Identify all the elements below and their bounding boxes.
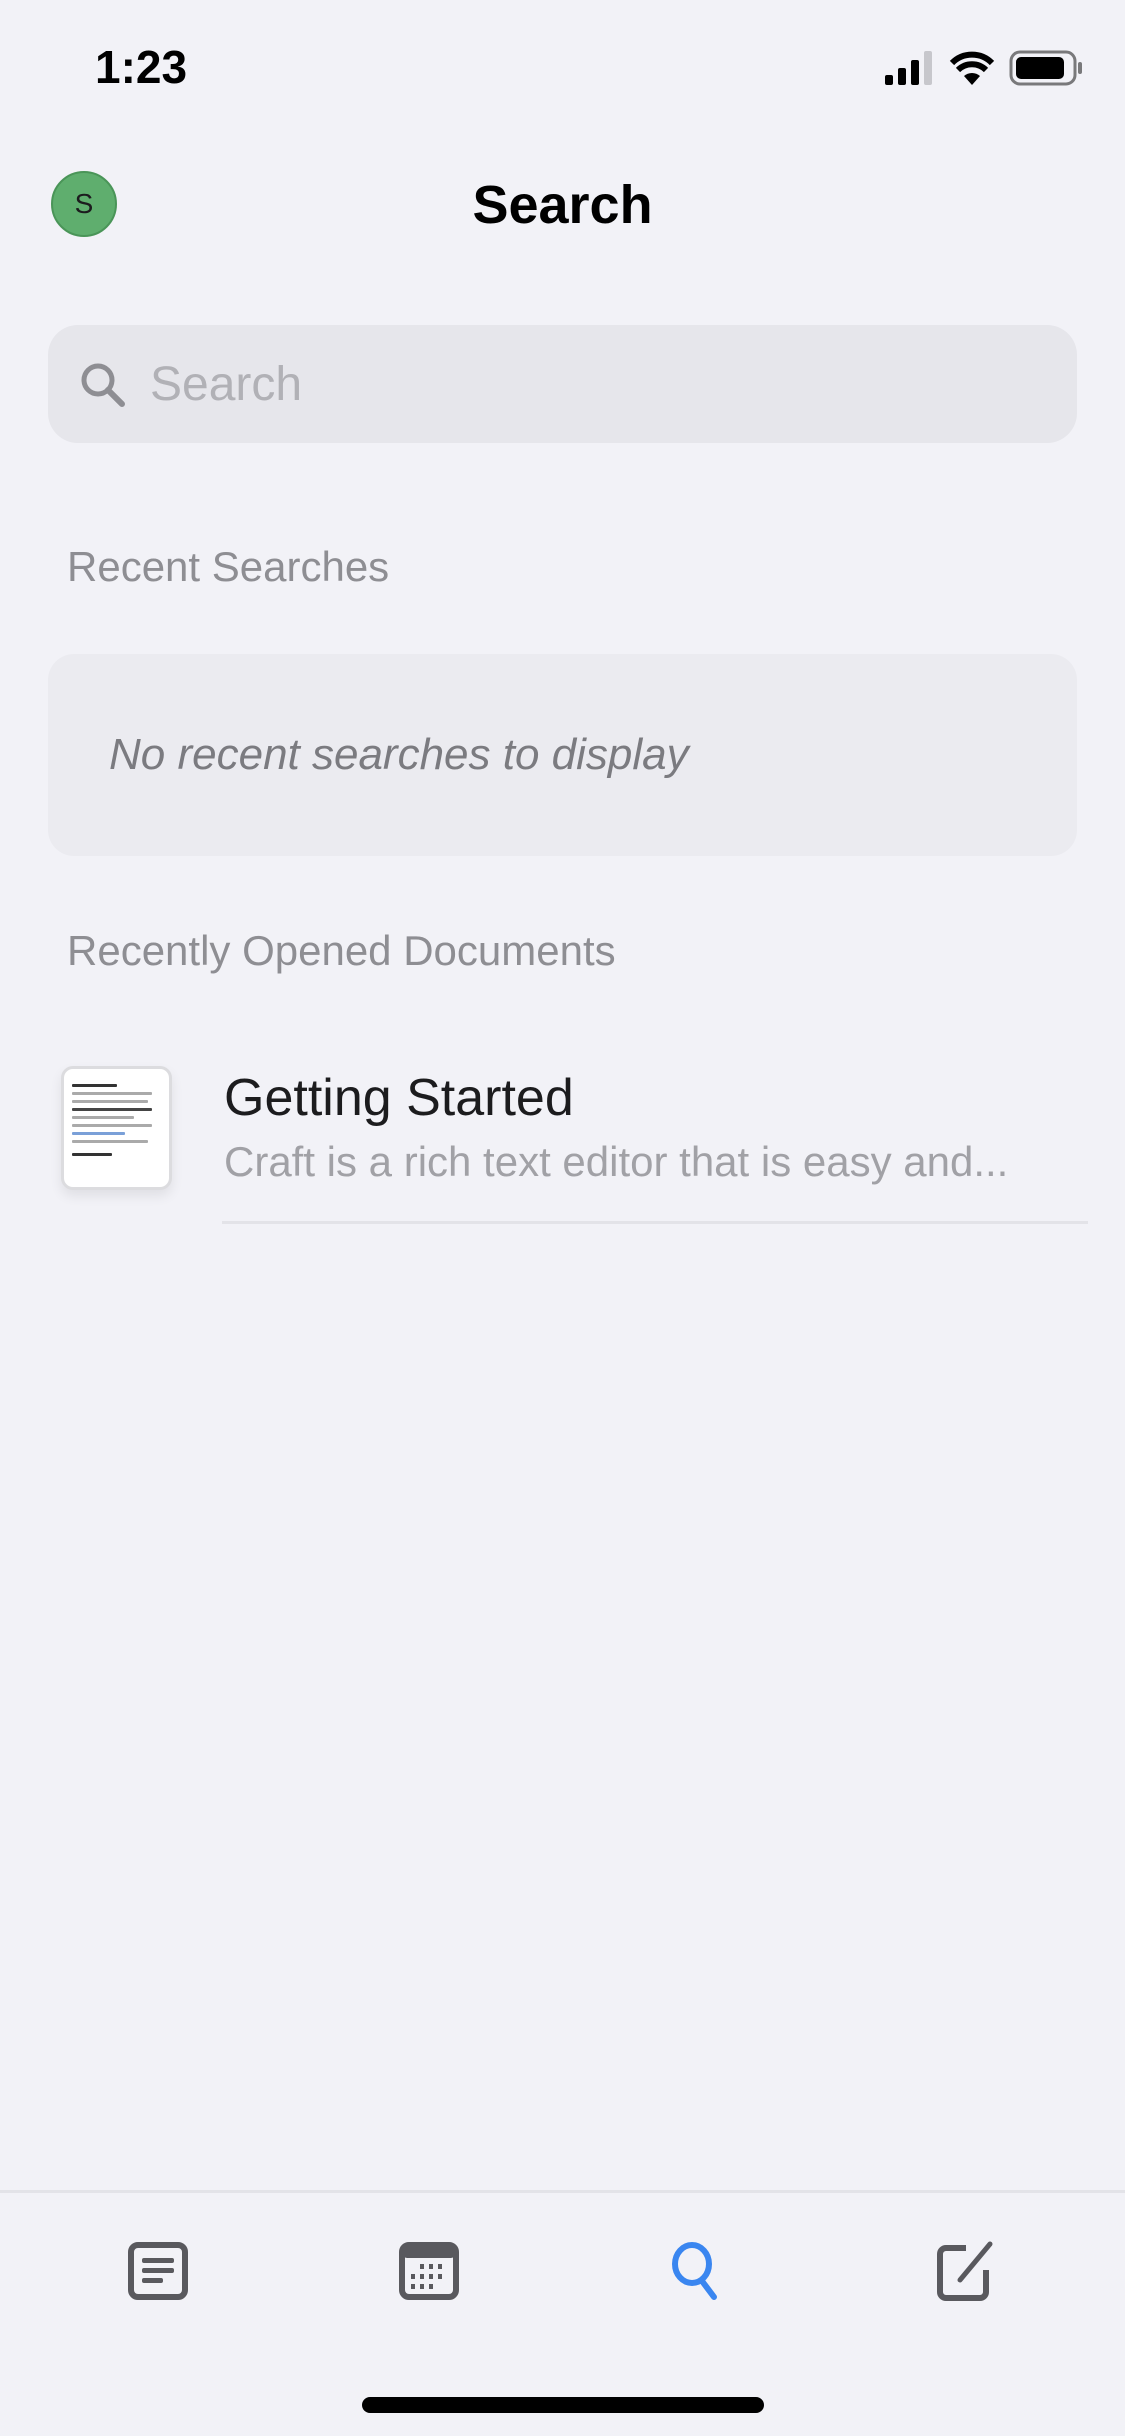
calendar-icon <box>399 2242 459 2300</box>
search-input[interactable] <box>150 356 1000 412</box>
document-preview: Craft is a rich text editor that is easy… <box>224 1138 1009 1185</box>
tab-new-document[interactable] <box>932 2236 1002 2306</box>
recent-searches-empty: No recent searches to display <box>48 654 1077 856</box>
search-bar[interactable] <box>48 325 1077 443</box>
battery-icon <box>1009 50 1082 86</box>
tab-documents[interactable] <box>123 2236 193 2306</box>
document-thumbnail[interactable] <box>61 1066 172 1190</box>
compose-icon <box>937 2241 993 2301</box>
page-title: Search <box>472 175 653 235</box>
tab-bar-divider <box>0 2190 1125 2193</box>
search-icon <box>672 2242 717 2300</box>
tab-search[interactable] <box>663 2236 733 2306</box>
status-time: 1:23 <box>95 41 188 93</box>
recent-documents-heading: Recently Opened Documents <box>67 927 616 974</box>
status-icons <box>885 50 1083 86</box>
tab-calendar[interactable] <box>394 2236 464 2306</box>
document-title[interactable]: Getting Started <box>224 1068 574 1128</box>
document-icon <box>128 2242 188 2300</box>
divider <box>222 1221 1088 1224</box>
home-indicator <box>362 2397 764 2413</box>
wifi-icon <box>949 51 995 85</box>
empty-message: No recent searches to display <box>109 730 689 779</box>
search-icon <box>81 363 125 407</box>
signal-icon <box>885 51 932 85</box>
recent-searches-heading: Recent Searches <box>67 543 390 590</box>
